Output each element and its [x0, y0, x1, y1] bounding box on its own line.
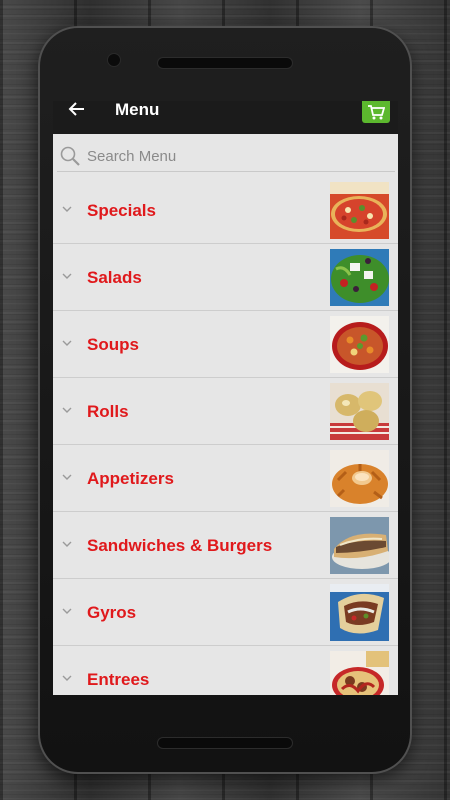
onion-blossom-image — [330, 450, 389, 507]
category-list: Specials Salads Soups Rolls Appetizers S… — [53, 177, 398, 695]
front-camera — [108, 54, 120, 66]
search-input[interactable] — [85, 146, 389, 166]
category-label: Soups — [87, 335, 139, 354]
category-item-entrees[interactable]: Entrees — [53, 646, 398, 695]
chevron-down-icon — [62, 206, 72, 212]
search-bar — [57, 141, 395, 172]
category-item-soups[interactable]: Soups — [53, 311, 398, 378]
chevron-down-icon — [62, 273, 72, 279]
chevron-down-icon — [62, 608, 72, 614]
chevron-down-icon — [62, 340, 72, 346]
bottom-speaker — [158, 738, 292, 748]
arrow-left-icon — [68, 102, 84, 116]
gyro-image — [330, 584, 389, 641]
back-button[interactable] — [67, 101, 89, 121]
chevron-down-icon — [62, 541, 72, 547]
category-label: Entrees — [87, 670, 150, 689]
app-bar: Menu — [53, 101, 398, 134]
cart-icon — [368, 105, 385, 120]
rolls-image — [330, 383, 389, 440]
category-label: Appetizers — [87, 469, 174, 488]
category-item-gyros[interactable]: Gyros — [53, 579, 398, 646]
category-item-specials[interactable]: Specials — [53, 177, 398, 244]
chevron-down-icon — [62, 474, 72, 480]
sandwich-image — [330, 517, 389, 574]
category-label: Rolls — [87, 402, 129, 421]
category-label: Sandwiches & Burgers — [87, 536, 273, 555]
category-label: Salads — [87, 268, 142, 287]
category-label: Gyros — [87, 603, 137, 622]
salad-image — [330, 249, 389, 306]
category-item-rolls[interactable]: Rolls — [53, 378, 398, 445]
spaghetti-image — [330, 651, 389, 695]
category-item-salads[interactable]: Salads — [53, 244, 398, 311]
search-icon — [60, 146, 80, 166]
top-speaker — [158, 58, 292, 68]
pizza-image — [330, 182, 389, 239]
app-screen: Menu Specials — [53, 101, 398, 695]
cart-button[interactable] — [362, 101, 390, 123]
category-item-sandwiches-burgers[interactable]: Sandwiches & Burgers — [53, 512, 398, 579]
category-label: Specials — [87, 201, 156, 220]
soup-image — [330, 316, 389, 373]
category-item-appetizers[interactable]: Appetizers — [53, 445, 398, 512]
chevron-down-icon — [62, 407, 72, 413]
chevron-down-icon — [62, 675, 72, 681]
page-title: Menu — [115, 101, 160, 119]
